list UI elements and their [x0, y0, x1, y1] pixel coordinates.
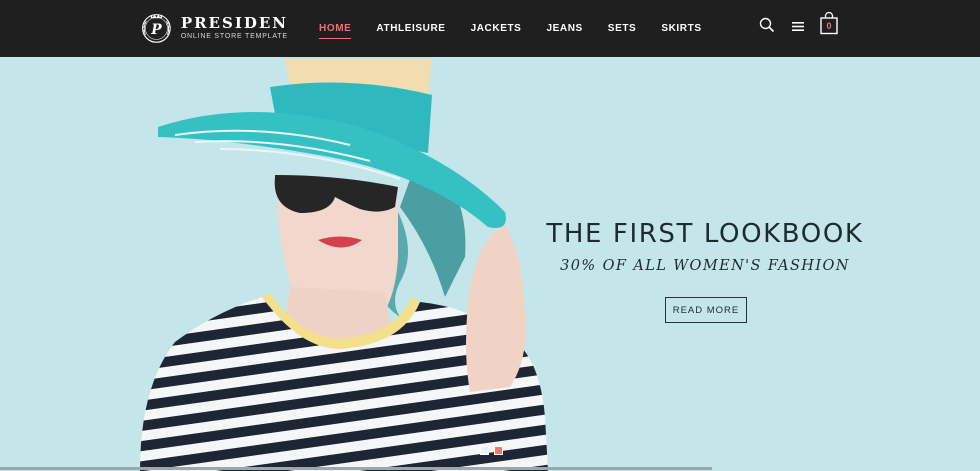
- hero-caption: THE FIRST LOOKBOOK 30% OF ALL WOMEN'S FA…: [505, 217, 905, 323]
- read-more-button[interactable]: READ MORE: [665, 297, 747, 323]
- hero-title: THE FIRST LOOKBOOK: [546, 219, 864, 249]
- menu-icon[interactable]: [792, 21, 804, 32]
- site-header: P PRESIDEN ONLINE STORE TEMPLATE HOME AT…: [0, 0, 980, 57]
- slider-progress-bar: [0, 467, 712, 470]
- search-icon[interactable]: [759, 17, 775, 33]
- slider-dot-1[interactable]: [480, 446, 489, 455]
- hero-slider: THE FIRST LOOKBOOK 30% OF ALL WOMEN'S FA…: [0, 57, 980, 471]
- hero-subtitle: 30% OF ALL WOMEN'S FASHION: [560, 258, 850, 274]
- header-actions: 0: [0, 0, 980, 57]
- slider-pagination: [480, 446, 503, 455]
- cart-button[interactable]: 0: [819, 11, 839, 35]
- cart-count: 0: [826, 21, 832, 31]
- slider-dot-2[interactable]: [494, 446, 503, 455]
